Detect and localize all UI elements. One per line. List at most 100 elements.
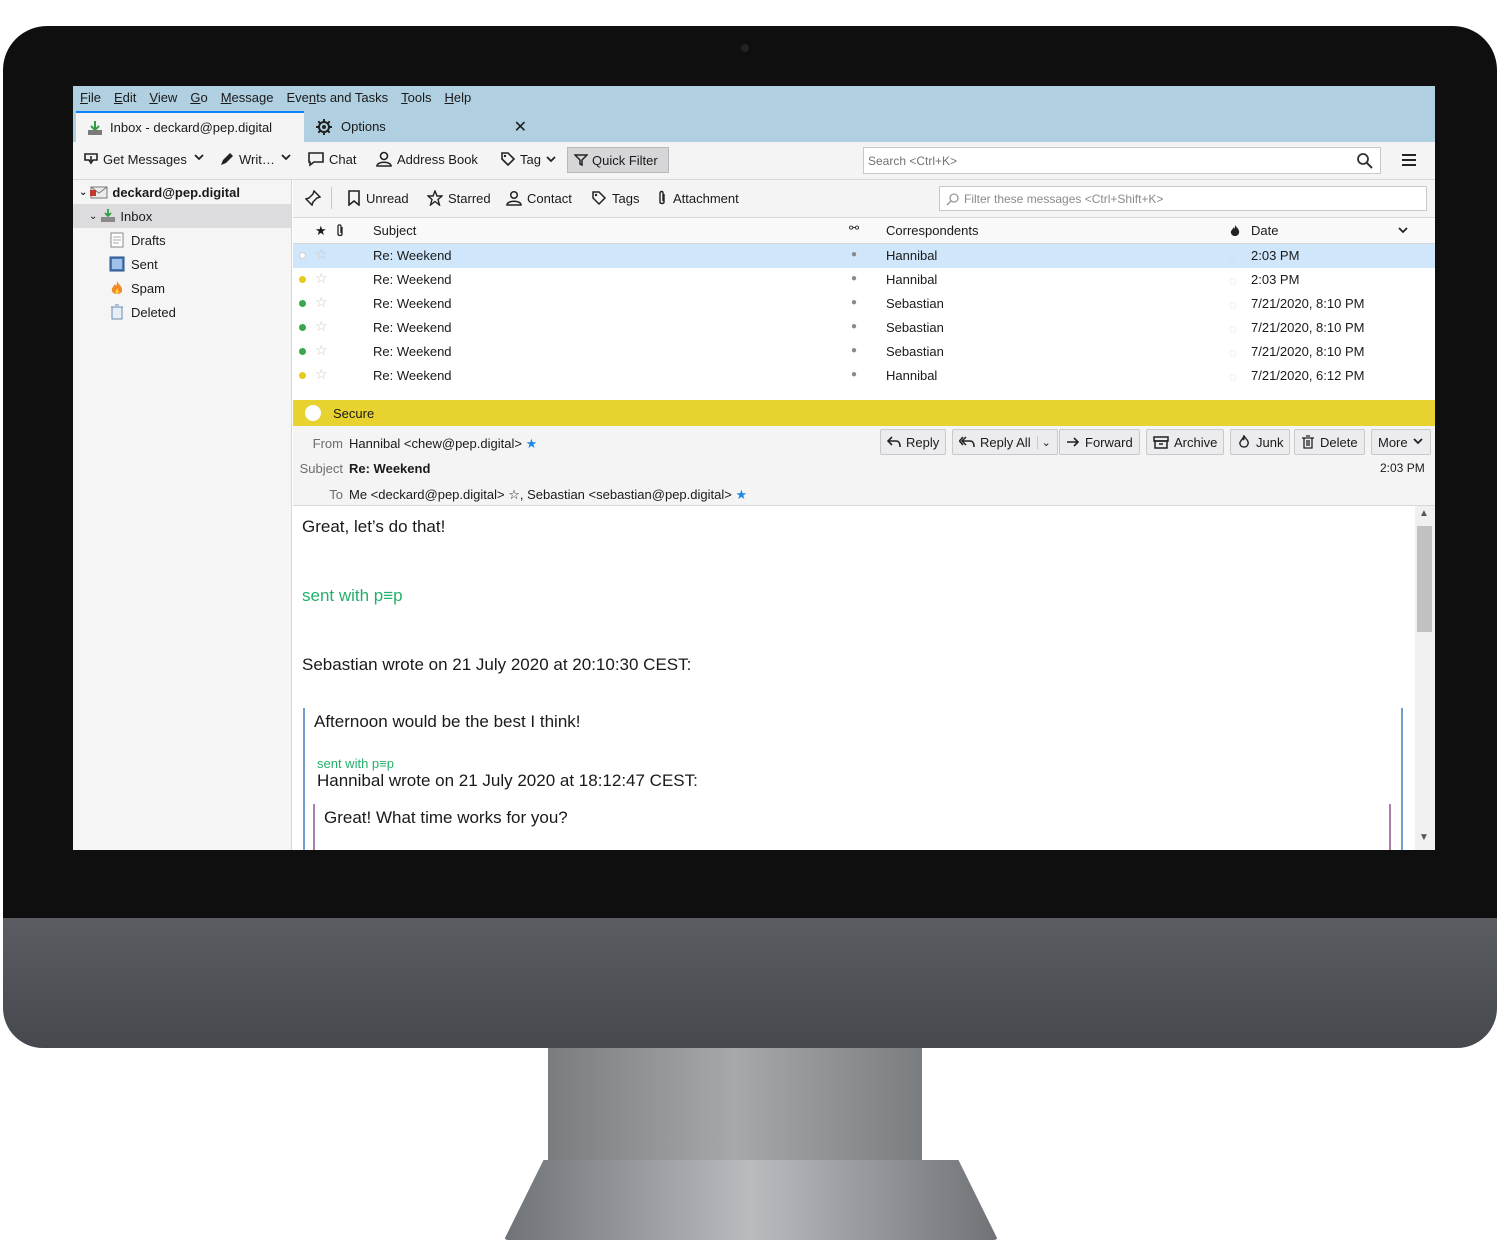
star-toggle-icon[interactable]: ☆ [315,246,328,263]
junk-status-icon[interactable]: ◌ [1229,321,1237,336]
scroll-thumb[interactable] [1417,526,1432,632]
filter-contact-label: Contact [527,190,572,206]
column-subject[interactable]: Subject [373,223,416,238]
to-value[interactable]: Me <deckard@pep.digital> ☆, Sebastian <s… [349,487,747,503]
reply-all-label: Reply All [980,434,1031,450]
star-column-icon[interactable]: ★ [315,223,327,239]
filter-contact-button[interactable]: Contact [506,190,572,206]
star-toggle-icon[interactable]: ☆ [315,270,328,287]
message-row[interactable]: ☆ Re: Weekend ● Hannibal ◌ 2:03 PM [293,244,1435,268]
thread-dot: ● [851,297,858,308]
column-correspondents[interactable]: Correspondents [886,223,979,238]
search-input[interactable]: Search <Ctrl+K> [863,147,1381,174]
star-toggle-icon[interactable]: ☆ [315,294,328,311]
folder-deleted[interactable]: Deleted [109,300,176,324]
filter-tags-button[interactable]: Tags [591,190,639,206]
filter-unread-button[interactable]: Unread [347,190,409,206]
junk-status-column-icon[interactable] [1229,224,1241,238]
chevron-down-icon [1412,438,1423,445]
get-messages-button[interactable]: Get Messages [83,151,187,167]
star-contact-icon[interactable]: ★ [526,436,538,451]
message-date: 7/21/2020, 8:10 PM [1251,296,1365,311]
message-body: Great, let’s do that! sent with p≡p Seba… [293,506,1435,850]
folder-inbox[interactable]: ⌄ Inbox [73,204,291,228]
body-text: Great, let’s do that! [302,517,446,536]
junk-status-icon[interactable]: ◌ [1229,369,1237,384]
nested-blockquote: Great! What time works for you? [313,804,1391,850]
from-value[interactable]: Hannibal <chew@pep.digital> ★ [349,436,537,452]
account-folder[interactable]: ⌄ deckard@pep.digital [79,180,240,204]
forward-button[interactable]: Forward [1059,429,1140,455]
quick-filter-bar: Unread Starred Contact Tags Attachment F… [293,180,1435,218]
address-book-button[interactable]: Address Book [375,151,478,167]
chat-button[interactable]: Chat [307,151,356,167]
tag-icon [501,152,516,167]
junk-button[interactable]: Junk [1230,429,1291,455]
chevron-down-icon[interactable]: ⌄ [1036,435,1051,449]
menu-tools[interactable]: Tools [401,90,431,105]
menu-edit[interactable]: Edit [114,90,136,105]
more-button[interactable]: More [1371,429,1431,455]
star-outline-icon[interactable]: ☆ [508,487,520,502]
star-toggle-icon[interactable]: ☆ [315,366,328,383]
scroll-down-icon[interactable]: ▼ [1419,832,1429,843]
junk-status-icon[interactable]: ◌ [1229,249,1237,264]
chevron-down-icon[interactable]: ⌄ [79,187,87,198]
message-scrollbar[interactable]: ▲ ▼ [1415,506,1435,850]
tab-options[interactable]: Options ✕ [305,111,537,142]
scroll-up-icon[interactable]: ▲ [1419,508,1429,519]
menu-help[interactable]: Help [444,90,471,105]
junk-status-icon[interactable]: ◌ [1229,273,1237,288]
archive-button[interactable]: Archive [1146,429,1225,455]
contact-icon [506,190,522,206]
message-row[interactable]: ☆ Re: Weekend ● Sebastian ◌ 7/21/2020, 8… [293,340,1435,364]
hamburger-menu-icon[interactable] [1401,152,1417,168]
menu-view[interactable]: View [149,90,177,105]
attachment-column-icon[interactable] [335,224,345,238]
junk-status-icon[interactable]: ◌ [1229,297,1237,312]
folder-drafts[interactable]: Drafts [109,228,166,252]
column-date[interactable]: Date [1251,223,1278,238]
reply-all-button[interactable]: Reply All ⌄ [952,429,1058,455]
thread-list-header: ★ Subject ⚯ Correspondents Date [293,218,1435,244]
filter-starred-button[interactable]: Starred [427,190,491,206]
message-correspondent: Sebastian [886,296,944,311]
message-row[interactable]: ☆ Re: Weekend ● Hannibal ◌ 2:03 PM [293,268,1435,292]
thread-column-icon[interactable]: ⚯ [849,221,859,235]
tab-inbox[interactable]: Inbox - deckard@pep.digital [76,111,304,142]
menu-events-and-tasks[interactable]: Events and Tasks [286,90,388,105]
tag-button[interactable]: Tag [500,151,561,167]
menu-go[interactable]: Go [190,90,207,105]
chevron-down-icon[interactable] [1397,226,1409,236]
filter-attachment-button[interactable]: Attachment [656,190,739,206]
folder-sent[interactable]: Sent [109,252,158,276]
write-dropdown[interactable] [280,151,296,163]
junk-status-icon[interactable]: ◌ [1229,345,1237,360]
divider [331,187,332,209]
menu-file[interactable]: File [80,90,101,105]
close-tab-icon[interactable]: ✕ [514,117,527,137]
folder-spam[interactable]: Spam [109,276,165,300]
menu-message[interactable]: Message [221,90,274,105]
star-contact-icon[interactable]: ★ [735,487,747,502]
get-messages-dropdown[interactable] [193,151,209,163]
message-row[interactable]: ☆ Re: Weekend ● Sebastian ◌ 7/21/2020, 8… [293,292,1435,316]
chevron-down-icon[interactable]: ⌄ [89,211,97,222]
quote-attribution: Hannibal wrote on 21 July 2020 at 18:12:… [317,771,698,790]
delete-button[interactable]: Delete [1294,429,1365,455]
menu-bar: File Edit View Go Message Events and Tas… [73,86,1435,108]
status-dot [299,300,306,307]
write-button[interactable]: Writ… [219,151,275,167]
pin-icon[interactable] [305,190,321,206]
privacy-status-bar[interactable]: Secure [293,400,1435,426]
quick-filter-button[interactable]: Quick Filter [567,147,669,173]
tab-options-label: Options [341,119,386,134]
star-toggle-icon[interactable]: ☆ [315,342,328,359]
filter-tags-label: Tags [612,190,640,206]
message-row[interactable]: ☆ Re: Weekend ● Sebastian ◌ 7/21/2020, 8… [293,316,1435,340]
star-toggle-icon[interactable]: ☆ [315,318,328,335]
filter-messages-input[interactable]: Filter these messages <Ctrl+Shift+K> [939,186,1427,211]
reply-button[interactable]: Reply [880,429,947,455]
junk-label: Junk [1256,434,1284,450]
message-row[interactable]: ☆ Re: Weekend ● Hannibal ◌ 7/21/2020, 6:… [293,364,1435,388]
